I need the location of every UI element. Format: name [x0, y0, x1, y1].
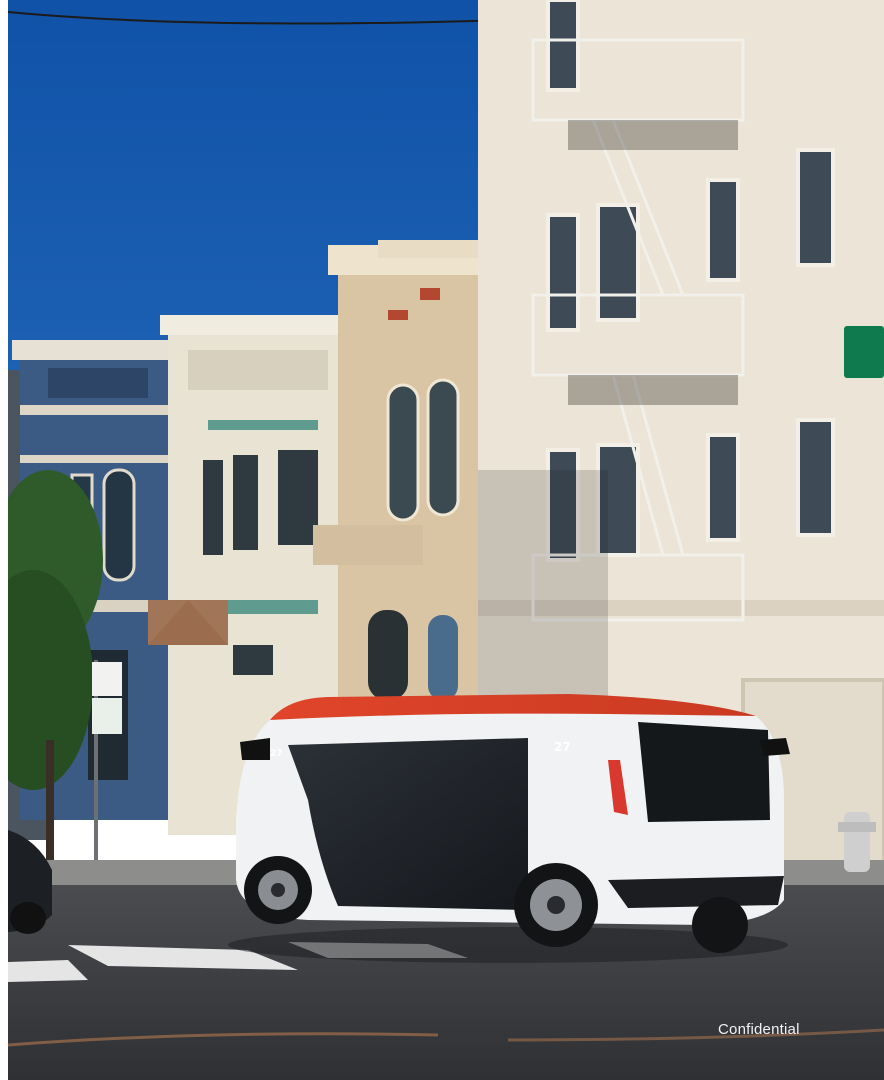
vehicle-number-side: 27 — [554, 740, 571, 754]
street-sign — [844, 326, 884, 378]
street-scene — [8, 0, 884, 1080]
confidential-watermark: Confidential — [718, 1021, 800, 1038]
tan-victorian-house — [313, 240, 488, 710]
photo: 27 27 — [8, 0, 884, 1080]
vehicle-number-front: 27 — [270, 749, 283, 759]
parked-car — [8, 830, 52, 934]
parking-sign-lower — [92, 698, 122, 734]
parking-sign — [92, 662, 122, 696]
